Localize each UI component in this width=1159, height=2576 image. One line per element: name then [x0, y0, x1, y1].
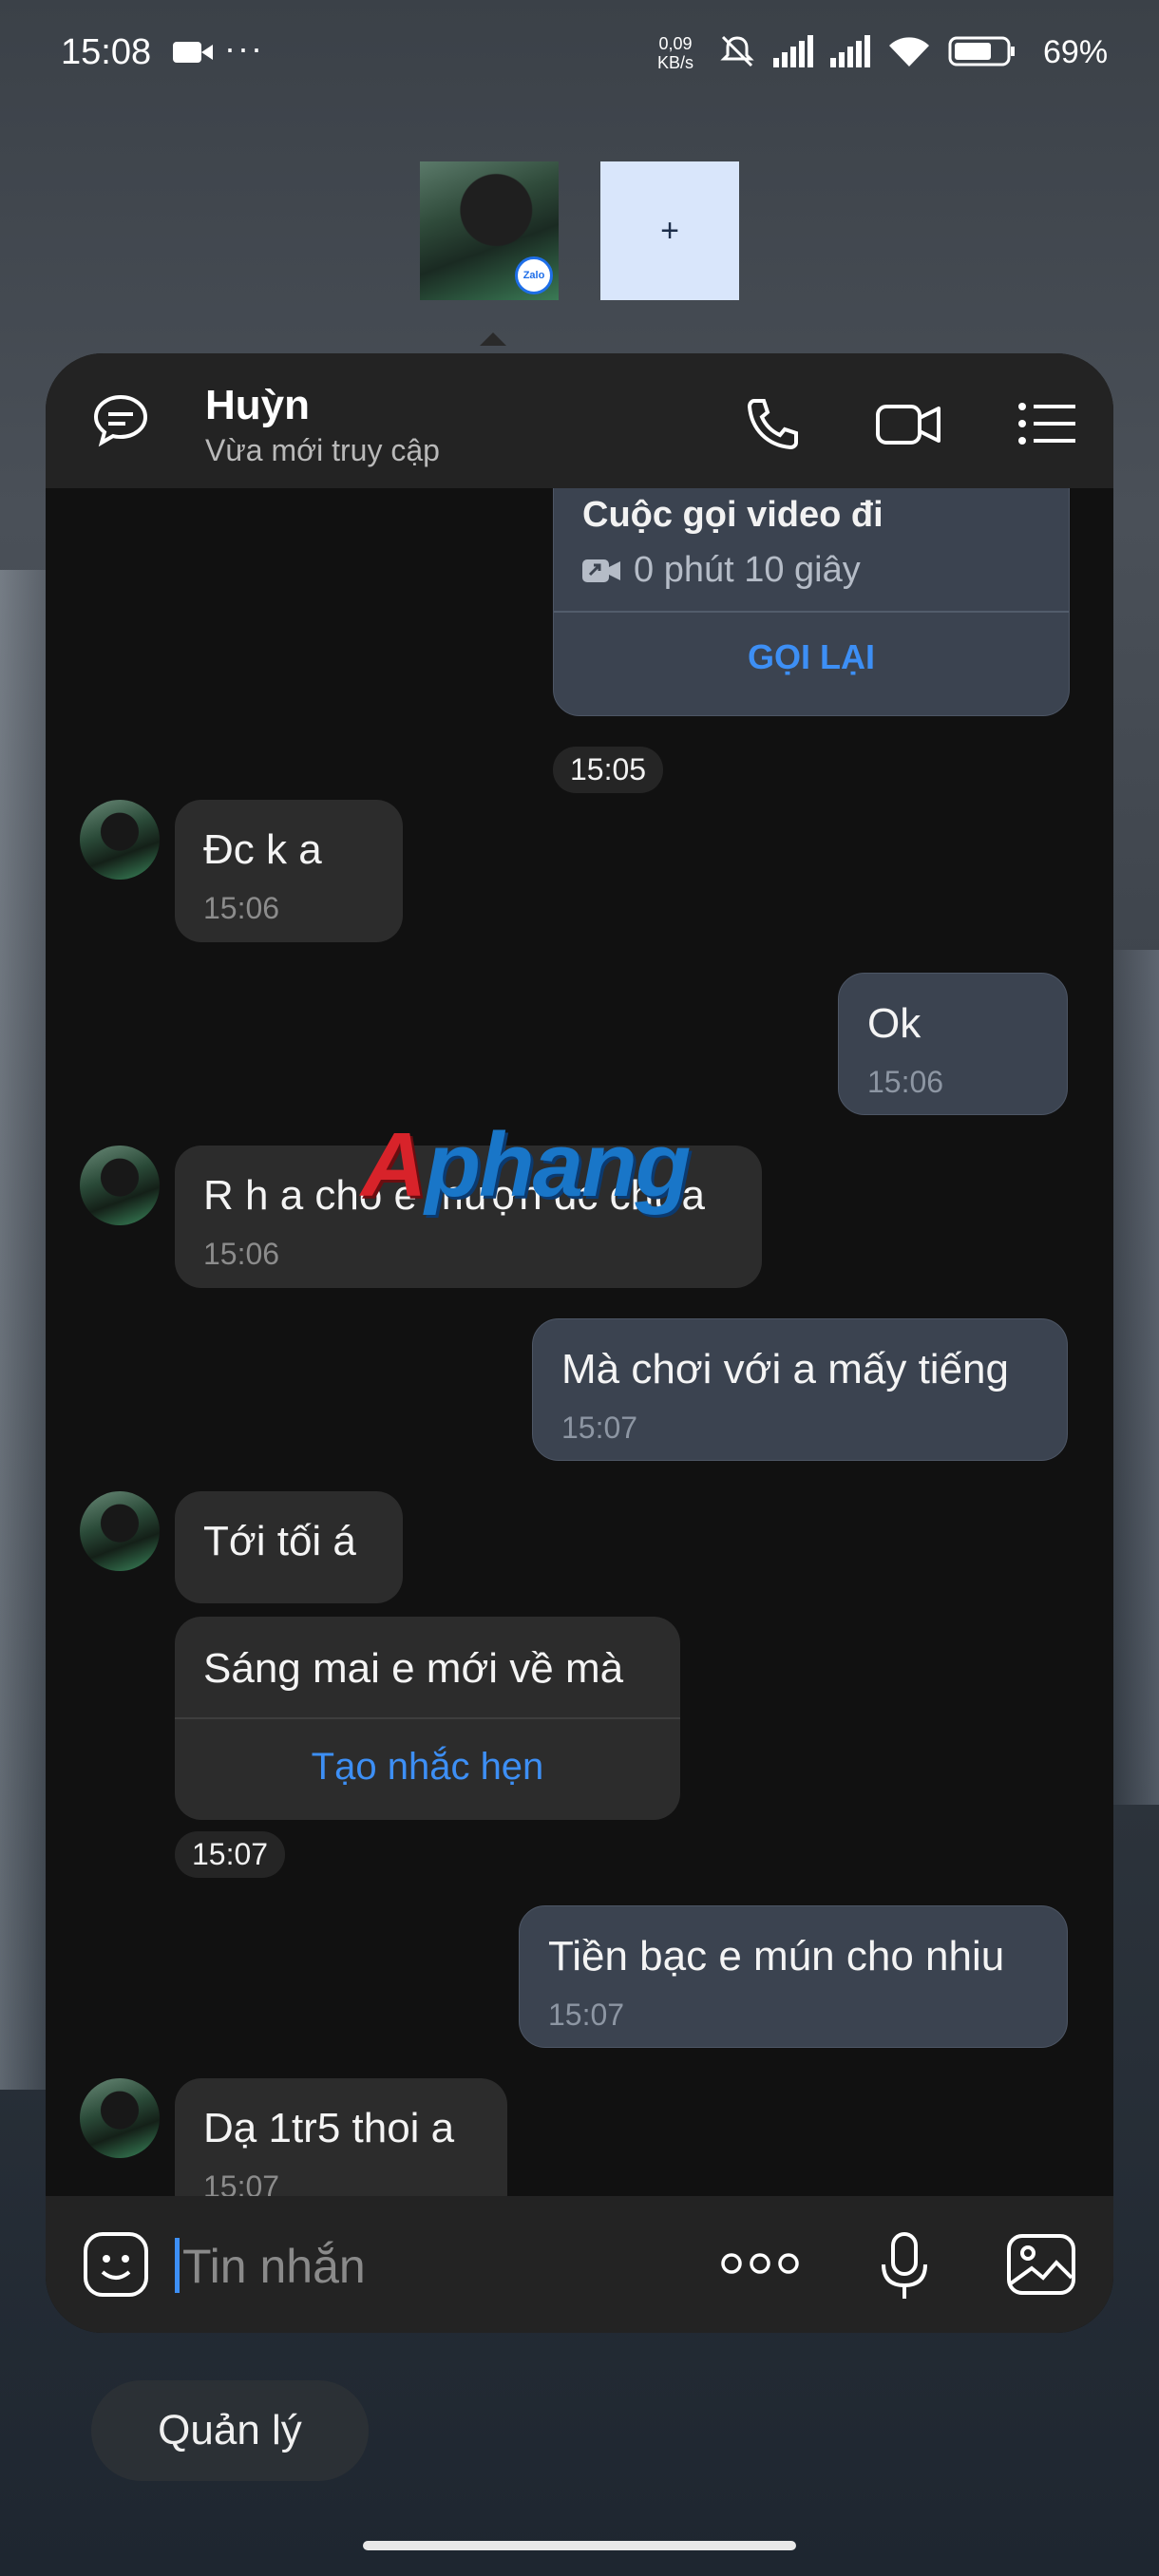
call-duration-text: 0 phút 10 giây	[634, 550, 861, 590]
message-text: Mà chơi với a mấy tiếng	[561, 1346, 1009, 1392]
message-text: Tới tối á	[203, 1518, 356, 1564]
message-list[interactable]: Cuộc gọi video đi 0 phút 10 giây GỌI LẠI…	[46, 488, 1113, 2196]
mute-bell-icon	[720, 35, 754, 67]
message-text: Dạ 1tr5 thoi a	[203, 2105, 455, 2151]
call-card-title: Cuộc gọi video đi	[582, 495, 884, 535]
chat-header: Huỳn Vừa mới truy cập	[46, 353, 1113, 488]
message-bubble-outgoing[interactable]: Tiền bạc e mún cho nhiu 15:07	[519, 1905, 1068, 2048]
video-recording-icon	[173, 42, 213, 63]
more-notifications-icon: ···	[224, 28, 264, 67]
microphone-icon[interactable]	[878, 2230, 931, 2302]
contact-name[interactable]: Huỳn	[205, 382, 310, 429]
create-reminder-button[interactable]: Tạo nhắc hẹn	[175, 1746, 680, 1789]
chat-panel: Huỳn Vừa mới truy cập Cuộc gọi video đi	[46, 353, 1113, 2333]
message-time: 15:06	[203, 891, 280, 925]
manage-button[interactable]: Quản lý	[91, 2380, 369, 2481]
wifi-icon	[889, 37, 929, 66]
video-call-card: Cuộc gọi video đi 0 phút 10 giây GỌI LẠI	[553, 488, 1070, 716]
network-speed-unit: KB/s	[657, 53, 694, 72]
time-separator: 15:05	[553, 747, 664, 793]
zalo-badge-icon: Zalo	[515, 256, 553, 294]
sticker-emoji-icon[interactable]	[82, 2230, 150, 2299]
network-speed-value: 0,09	[658, 34, 693, 53]
more-options-icon[interactable]	[720, 2249, 800, 2278]
message-input[interactable]	[180, 2234, 697, 2299]
active-bubble-pointer	[480, 332, 506, 346]
text-cursor	[175, 2238, 180, 2293]
status-time: 15:08	[61, 32, 152, 72]
message-bubble-incoming-reminder[interactable]: Sáng mai e mới về mà Tạo nhắc hẹn	[175, 1617, 680, 1820]
network-speed: 0,09 KB/s	[657, 34, 694, 72]
battery-icon	[948, 36, 1015, 66]
contact-status: Vừa mới truy cập	[205, 433, 440, 467]
watermark-logo: Aphang	[361, 1114, 691, 1216]
time-separator: 15:07	[175, 1831, 286, 1878]
home-indicator[interactable]	[363, 2541, 796, 2550]
sender-avatar[interactable]	[80, 800, 160, 880]
reminder-divider	[175, 1717, 680, 1719]
chat-bubble-icon[interactable]	[89, 389, 152, 452]
sender-avatar[interactable]	[80, 1491, 160, 1571]
menu-list-icon[interactable]	[1015, 395, 1083, 452]
status-icons	[718, 32, 1016, 70]
message-text: Đc k a	[203, 826, 322, 873]
message-text: Sáng mai e mới về mà	[203, 1645, 624, 1692]
message-bubble-incoming[interactable]: Dạ 1tr5 thoi a 15:07	[175, 2078, 507, 2196]
message-bubble-incoming[interactable]: Đc k a 15:06	[175, 800, 403, 942]
status-bar: 15:08 ··· 0,09 KB/s 69%	[0, 0, 1159, 104]
sender-avatar[interactable]	[80, 2078, 160, 2158]
call-card-divider	[554, 611, 1069, 613]
outgoing-video-call-icon	[582, 559, 620, 582]
message-time: 15:06	[203, 1237, 280, 1271]
message-bubble-outgoing[interactable]: Ok 15:06	[838, 973, 1068, 1115]
chat-bubble-avatar[interactable]: Zalo	[420, 161, 559, 300]
message-text: Ok	[867, 1000, 922, 1047]
phone-call-icon[interactable]	[739, 395, 808, 452]
message-time: 15:07	[548, 1998, 625, 2032]
message-time: 15:07	[203, 2169, 280, 2196]
message-bubble-outgoing[interactable]: Mà chơi với a mấy tiếng 15:07	[532, 1318, 1068, 1461]
signal-2-icon	[830, 35, 870, 67]
signal-1-icon	[773, 35, 813, 67]
message-time: 15:06	[867, 1065, 944, 1099]
video-call-icon[interactable]	[874, 395, 942, 452]
message-time: 15:07	[561, 1411, 638, 1445]
sender-avatar[interactable]	[80, 1146, 160, 1225]
message-bubble-incoming[interactable]: Tới tối á	[175, 1491, 403, 1603]
call-back-button[interactable]: GỌI LẠI	[554, 637, 1069, 677]
call-card-duration: 0 phút 10 giây	[582, 550, 861, 591]
add-bubble-button[interactable]: +	[600, 161, 739, 300]
battery-percent: 69%	[1043, 34, 1109, 70]
image-gallery-icon[interactable]	[1005, 2230, 1077, 2299]
message-text: Tiền bạc e mún cho nhiu	[548, 1933, 1005, 1979]
message-composer	[46, 2196, 1113, 2333]
